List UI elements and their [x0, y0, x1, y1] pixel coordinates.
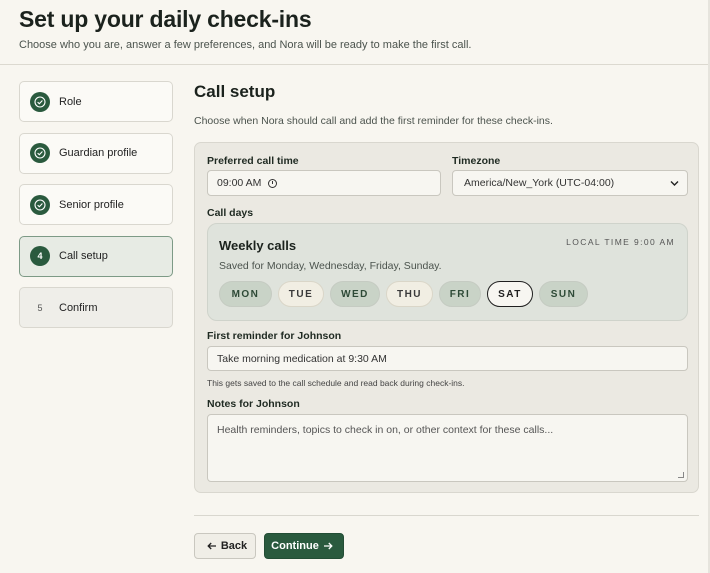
step-guardian-profile[interactable]: Guardian profile	[19, 132, 173, 174]
weekly-calls-card: Weekly calls LOCAL TIME 9:00 AM Saved fo…	[207, 223, 688, 321]
day-toggle-tue[interactable]: TUE	[278, 281, 324, 307]
step-label: Role	[59, 95, 82, 108]
step-label: Confirm	[59, 301, 98, 314]
day-toggle-sat[interactable]: SAT	[487, 281, 533, 307]
local-time-label: LOCAL TIME 9:00 AM	[566, 237, 675, 247]
day-toggle-thu[interactable]: THU	[386, 281, 433, 307]
page-header: Set up your daily check-ins Choose who y…	[19, 6, 710, 51]
step-confirm[interactable]: 5 Confirm	[19, 287, 173, 328]
reminder-value: Take morning medication at 9:30 AM	[217, 352, 387, 365]
step-call-setup[interactable]: 4 Call setup	[19, 235, 173, 277]
back-button-label: Back	[220, 540, 248, 552]
step-label: Guardian profile	[59, 147, 138, 159]
reminder-label: First reminder for Johnson	[207, 330, 342, 342]
day-toggle-mon[interactable]: MON	[219, 281, 272, 307]
day-toggle-fri[interactable]: FRI	[439, 281, 481, 307]
notes-textarea[interactable]: Health reminders, topics to check in on,…	[207, 414, 688, 482]
resize-handle-icon[interactable]	[678, 472, 684, 478]
step-senior-profile[interactable]: Senior profile	[19, 184, 173, 225]
page-subtitle: Choose who you are, answer a few prefere…	[19, 39, 472, 51]
check-circle-icon	[30, 91, 50, 112]
stepper: Role Guardian profile Senior profile 4 C…	[19, 81, 173, 339]
chevron-down-icon	[670, 179, 679, 190]
back-button[interactable]: Back	[194, 533, 256, 559]
call-time-input[interactable]: 09:00 AM	[207, 170, 441, 196]
notes-placeholder: Health reminders, topics to check in on,…	[217, 424, 554, 436]
step-number-badge: 4	[30, 246, 50, 266]
call-setup-form: Preferred call time 09:00 AM Timezone Am…	[194, 142, 699, 493]
arrow-right-icon	[323, 539, 333, 553]
step-role[interactable]: Role	[19, 81, 173, 122]
day-toggle-sun[interactable]: SUN	[539, 281, 588, 307]
reminder-input[interactable]: Take morning medication at 9:30 AM	[207, 346, 688, 371]
section-description: Choose when Nora should call and add the…	[194, 115, 553, 127]
check-circle-icon	[30, 194, 50, 215]
day-toggle-group: MON TUE WED THU FRI SAT SUN	[219, 281, 594, 307]
notes-label: Notes for Johnson	[207, 398, 300, 410]
continue-button-label: Continue	[271, 540, 319, 552]
weekly-calls-title: Weekly calls	[219, 238, 297, 253]
footer-divider	[194, 515, 699, 516]
step-number-badge: 5	[37, 302, 43, 313]
saved-days-text: Saved for Monday, Wednesday, Friday, Sun…	[219, 260, 442, 272]
main-content: Call setup Choose when Nora should call …	[194, 82, 699, 127]
timezone-value: America/New_York (UTC-04:00)	[464, 177, 615, 189]
call-days-label: Call days	[207, 207, 254, 219]
arrow-left-icon	[207, 539, 217, 553]
page-title: Set up your daily check-ins	[19, 6, 312, 32]
header-divider	[0, 64, 710, 65]
reminder-help-text: This gets saved to the call schedule and…	[207, 378, 465, 388]
timezone-select[interactable]: America/New_York (UTC-04:00)	[452, 170, 688, 196]
check-circle-icon	[30, 143, 50, 163]
continue-button[interactable]: Continue	[264, 533, 344, 559]
timezone-label: Timezone	[452, 155, 501, 167]
section-title: Call setup	[194, 82, 276, 101]
clock-icon[interactable]	[268, 178, 278, 188]
step-label: Call setup	[59, 250, 108, 262]
day-toggle-wed[interactable]: WED	[330, 281, 380, 307]
call-time-value: 09:00 AM	[217, 177, 262, 189]
step-label: Senior profile	[59, 198, 124, 211]
call-time-label: Preferred call time	[207, 155, 299, 167]
